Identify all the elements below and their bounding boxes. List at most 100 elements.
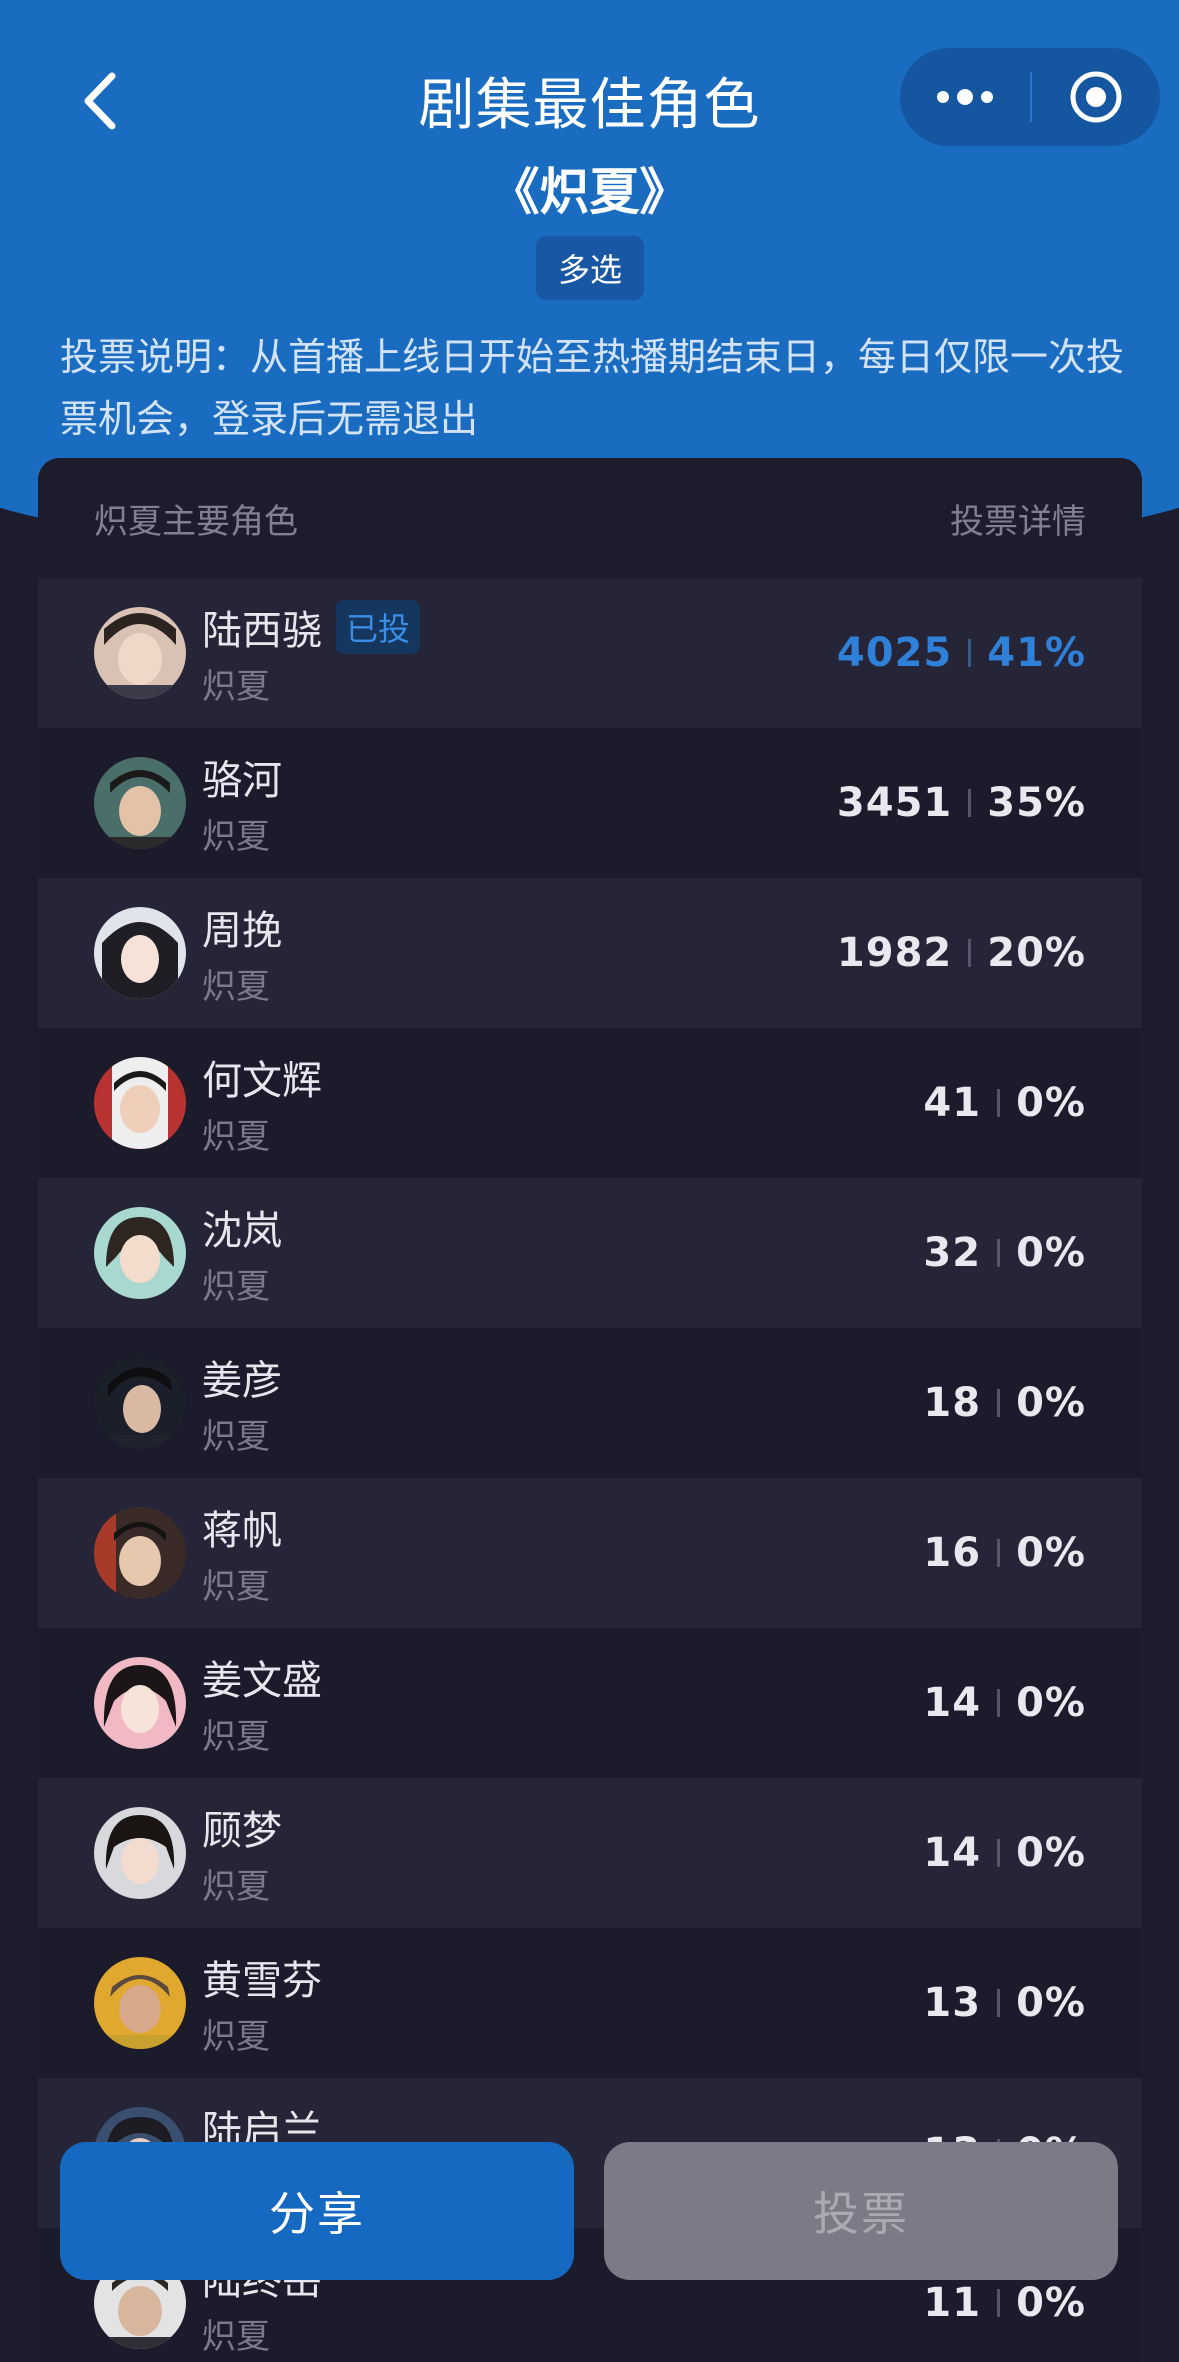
vote-count: 32 (923, 1230, 982, 1276)
candidate-row[interactable]: 蒋帆 炽夏 16 0% (38, 1478, 1142, 1628)
stat-divider (997, 1539, 1001, 1567)
avatar (94, 1807, 186, 1899)
candidate-info: 何文辉 炽夏 (202, 1049, 322, 1158)
vote-stats: 1982 20% (837, 930, 1086, 976)
candidate-row[interactable]: 骆河 炽夏 3451 35% (38, 728, 1142, 878)
vote-card: 炽夏主要角色 投票详情 陆西骁 已投 炽夏 4025 41% 骆河 炽夏 345… (38, 458, 1142, 2362)
mini-program-capsule (900, 48, 1160, 146)
candidate-row[interactable]: 姜文盛 炽夏 14 0% (38, 1628, 1142, 1778)
share-button[interactable]: 分享 (60, 2142, 574, 2280)
avatar (94, 1657, 186, 1749)
vote-stats: 18 0% (923, 1380, 1086, 1426)
vote-count: 1982 (836, 930, 953, 976)
candidate-show: 炽夏 (202, 1416, 270, 1457)
candidate-row[interactable]: 沈岚 炽夏 32 0% (38, 1178, 1142, 1328)
vote-count: 11 (923, 2280, 982, 2326)
candidate-info: 蒋帆 炽夏 (202, 1499, 282, 1608)
candidate-show: 炽夏 (202, 1716, 270, 1757)
candidate-show: 炽夏 (202, 1866, 270, 1907)
stat-divider (997, 2289, 1001, 2317)
candidate-name: 姜彦 (202, 1357, 282, 1404)
vote-stats: 11 0% (923, 2280, 1086, 2326)
vote-stats: 32 0% (923, 1230, 1086, 1276)
stat-divider (997, 1239, 1001, 1267)
stat-divider (968, 939, 972, 967)
vote-count: 16 (923, 1530, 982, 1576)
close-target-icon[interactable] (1032, 48, 1160, 146)
vote-percent: 0% (1016, 1380, 1086, 1426)
stat-divider (997, 1089, 1001, 1117)
stat-divider (997, 1989, 1001, 2017)
stat-divider (997, 1689, 1001, 1717)
stat-divider (997, 1389, 1001, 1417)
candidate-info: 沈岚 炽夏 (202, 1199, 282, 1308)
candidate-show: 炽夏 (202, 666, 270, 707)
vote-count: 14 (923, 1680, 982, 1726)
candidate-show: 炽夏 (202, 2316, 270, 2357)
candidate-info: 姜彦 炽夏 (202, 1349, 282, 1458)
avatar (94, 607, 186, 699)
vote-description: 投票说明：从首播上线日开始至热播期结束日，每日仅限一次投票机会，登录后无需退出 (60, 335, 1125, 441)
vote-percent: 0% (1016, 1980, 1086, 2026)
vote-percent: 0% (1016, 1830, 1086, 1876)
candidate-show: 炽夏 (202, 1266, 270, 1307)
vote-stats: 14 0% (923, 1680, 1086, 1726)
candidate-show: 炽夏 (202, 2016, 270, 2057)
vote-stats: 41 0% (923, 1080, 1086, 1126)
details-heading: 投票详情 (950, 501, 1086, 542)
candidate-name: 何文辉 (202, 1057, 322, 1104)
candidate-row[interactable]: 姜彦 炽夏 18 0% (38, 1328, 1142, 1478)
candidate-show: 炽夏 (202, 1566, 270, 1607)
vote-stats: 13 0% (923, 1980, 1086, 2026)
vote-count: 14 (923, 1830, 982, 1876)
vote-percent: 0% (1016, 1530, 1086, 1576)
vote-count: 18 (923, 1380, 982, 1426)
avatar (94, 1957, 186, 2049)
avatar (94, 1507, 186, 1599)
candidate-info: 周挽 炽夏 (202, 899, 282, 1008)
vote-page: 剧集最佳角色 《炽夏》 多选 投票说明：从首播上线日开始至热播期结束日，每日仅限… (0, 0, 1179, 2362)
candidate-row[interactable]: 何文辉 炽夏 41 0% (38, 1028, 1142, 1178)
vote-stats: 14 0% (923, 1830, 1086, 1876)
vote-button[interactable]: 投票 (604, 2142, 1118, 2280)
candidate-name: 沈岚 (202, 1207, 282, 1254)
roles-heading: 炽夏主要角色 (94, 501, 298, 542)
voted-badge: 已投 (336, 599, 421, 654)
candidate-info: 顾梦 炽夏 (202, 1799, 282, 1908)
candidate-show: 炽夏 (202, 1116, 270, 1157)
candidate-show: 炽夏 (202, 816, 270, 857)
candidate-info: 骆河 炽夏 (202, 749, 282, 858)
vote-percent: 0% (1016, 1680, 1086, 1726)
vote-percent: 0% (1016, 2280, 1086, 2326)
vote-percent: 0% (1016, 1230, 1086, 1276)
candidate-row[interactable]: 周挽 炽夏 1982 20% (38, 878, 1142, 1028)
show-title: 《炽夏》 (489, 163, 690, 221)
avatar (94, 1207, 186, 1299)
candidate-name: 黄雪芬 (202, 1957, 322, 2004)
vote-stats: 16 0% (923, 1530, 1086, 1576)
candidate-show: 炽夏 (202, 966, 270, 1007)
candidate-name: 顾梦 (202, 1807, 282, 1854)
avatar (94, 1057, 186, 1149)
vote-count: 13 (923, 1980, 982, 2026)
vote-count: 4025 (836, 630, 953, 676)
candidate-info: 姜文盛 炽夏 (202, 1649, 322, 1758)
stat-divider (968, 639, 972, 667)
candidate-name: 骆河 (202, 757, 282, 804)
vote-percent: 0% (1016, 1080, 1086, 1126)
candidate-row[interactable]: 顾梦 炽夏 14 0% (38, 1778, 1142, 1928)
candidate-info: 陆西骁 已投 炽夏 (202, 599, 421, 708)
candidate-row[interactable]: 黄雪芬 炽夏 13 0% (38, 1928, 1142, 2078)
multi-select-tag: 多选 (536, 236, 644, 300)
stat-divider (997, 1839, 1001, 1867)
card-header: 炽夏主要角色 投票详情 (38, 458, 1142, 578)
vote-percent: 20% (987, 930, 1086, 976)
candidate-name: 姜文盛 (202, 1657, 322, 1704)
avatar (94, 907, 186, 999)
avatar (94, 1357, 186, 1449)
candidate-row[interactable]: 陆西骁 已投 炽夏 4025 41% (38, 578, 1142, 728)
candidate-name: 周挽 (202, 907, 282, 954)
more-icon[interactable] (900, 48, 1030, 146)
candidate-info: 黄雪芬 炽夏 (202, 1949, 322, 2058)
stat-divider (968, 789, 972, 817)
